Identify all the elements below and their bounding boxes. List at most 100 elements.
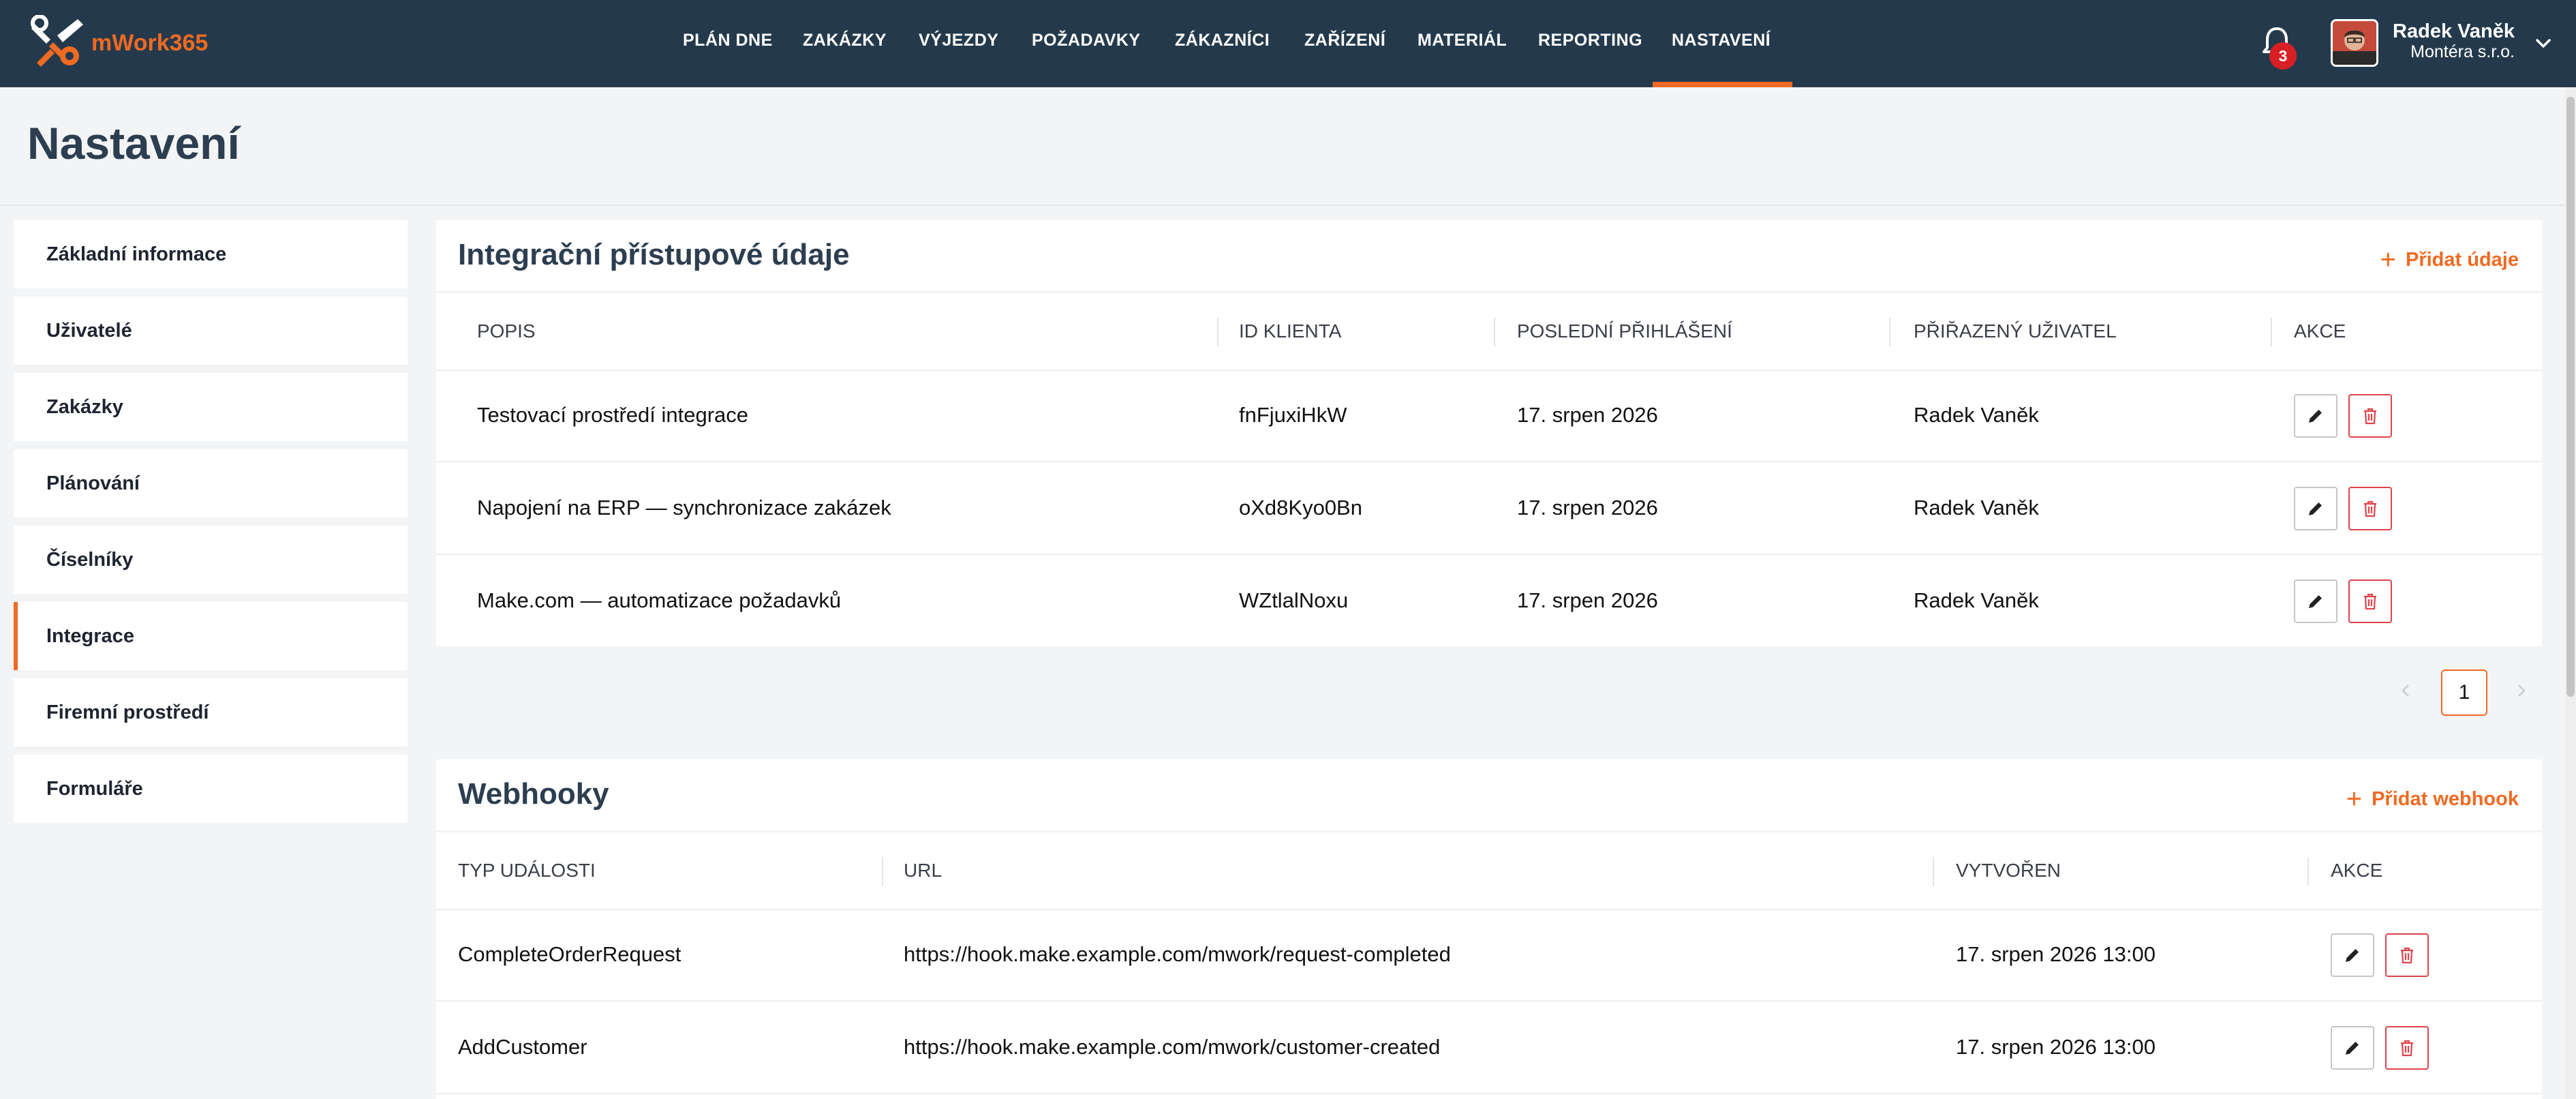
webhook-url: https://hook.make.example.com/mwork/requ… xyxy=(904,942,1451,966)
edit-button[interactable] xyxy=(2294,579,2337,623)
add-credentials-label: Přidat údaje xyxy=(2406,249,2519,271)
credential-client-id: WZtlalNoxu xyxy=(1239,588,1349,612)
column-header-popis[interactable]: POPIS xyxy=(477,293,536,370)
sidebar-item-zakazky[interactable]: Zakázky xyxy=(14,373,408,441)
chevron-down-icon[interactable] xyxy=(2534,34,2553,53)
credential-assigned-user: Radek Vaněk xyxy=(1914,588,2039,612)
page-number-current[interactable]: 1 xyxy=(2441,669,2487,716)
delete-button[interactable] xyxy=(2385,933,2429,977)
webhooks-title: Webhooky xyxy=(458,777,609,811)
nav-item-zakaznici[interactable]: ZÁKAZNÍCI xyxy=(1175,0,1270,87)
integrations-panel-header: Integrační přístupové údaje + Přidat údaj… xyxy=(436,220,2542,291)
integrations-title: Integrační přístupové údaje xyxy=(458,238,850,271)
notification-count-badge: 3 xyxy=(2269,42,2297,70)
page-scrollbar-thumb[interactable] xyxy=(2566,97,2575,697)
trash-icon xyxy=(2401,1040,2413,1057)
add-credentials-button[interactable]: + Přidat údaje xyxy=(2380,245,2519,275)
top-navigation-bar: mWork365 PLÁN DNE ZAKÁZKY VÝJEZDY POŽADA… xyxy=(0,0,2576,87)
sidebar-item-ciselniky[interactable]: Číselníky xyxy=(14,526,408,594)
table-header-row: POPIS ID KLIENTA POSLEDNÍ PŘIHLÁŠENÍ PŘI… xyxy=(436,293,2542,371)
webhook-created: 17. srpen 2026 13:00 xyxy=(1956,1035,2156,1059)
credential-last-login: 17. srpen 2026 xyxy=(1517,496,1658,520)
chevron-left-icon[interactable] xyxy=(2397,682,2415,699)
edit-button[interactable] xyxy=(2294,394,2337,438)
webhooks-table: TYP UDÁLOSTI URL VYTVOŘEN AKCE CompleteO… xyxy=(436,832,2542,1099)
trash-icon xyxy=(2364,593,2376,610)
credential-last-login: 17. srpen 2026 xyxy=(1517,403,1658,427)
column-divider xyxy=(1217,318,1218,346)
credential-last-login: 17. srpen 2026 xyxy=(1517,588,1658,612)
add-webhook-button[interactable]: + Přidat webhook xyxy=(2346,784,2519,815)
delete-button[interactable] xyxy=(2348,394,2392,438)
column-header-akce: AKCE xyxy=(2331,860,2383,881)
webhook-url: https://hook.make.example.com/mwork/cust… xyxy=(904,1035,1441,1059)
trash-icon xyxy=(2364,500,2376,517)
column-header-posledni-prihlaseni[interactable]: POSLEDNÍ PŘIHLÁŠENÍ xyxy=(1517,293,1732,370)
table-row: Napojení na ERP — synchronizace zakázek … xyxy=(436,462,2542,555)
nav-item-material[interactable]: MATERIÁL xyxy=(1417,0,1507,87)
edit-button[interactable] xyxy=(2294,487,2337,530)
plus-icon: + xyxy=(2346,784,2363,814)
column-divider xyxy=(2271,318,2272,346)
column-header-vytvoren[interactable]: VYTVOŘEN xyxy=(1956,832,2061,909)
table-row: Testovací prostředí integrace fnFjuxiHkW… xyxy=(436,370,2542,462)
sidebar-item-integrace[interactable]: Integrace xyxy=(14,602,408,670)
column-header-akce: AKCE xyxy=(2294,320,2346,342)
credential-description: Testovací prostředí integrace xyxy=(477,403,749,427)
chevron-right-icon[interactable] xyxy=(2512,682,2530,699)
webhook-event-type: CompleteOrderRequest xyxy=(458,942,681,966)
sidebar-item-formulare[interactable]: Formuláře xyxy=(14,755,408,823)
trash-icon xyxy=(2364,408,2376,425)
column-divider xyxy=(1494,318,1495,346)
column-divider xyxy=(882,857,883,886)
nav-item-plan-dne[interactable]: PLÁN DNE xyxy=(683,0,773,87)
page-header: Nastavení xyxy=(0,87,2576,206)
credential-client-id: fnFjuxiHkW xyxy=(1239,403,1347,427)
column-divider xyxy=(1889,318,1890,346)
column-header-url[interactable]: URL xyxy=(904,832,942,909)
nav-item-pozadavky[interactable]: POŽADAVKY xyxy=(1032,0,1141,87)
delete-button[interactable] xyxy=(2348,487,2392,530)
column-header-typ-udalosti[interactable]: TYP UDÁLOSTI xyxy=(458,832,596,909)
webhook-created: 17. srpen 2026 13:00 xyxy=(1956,942,2156,966)
sidebar-item-uzivatele[interactable]: Uživatelé xyxy=(14,297,408,365)
trash-icon xyxy=(2401,947,2413,964)
credential-assigned-user: Radek Vaněk xyxy=(1914,403,2039,427)
column-divider xyxy=(1933,857,1934,886)
credential-description: Napojení na ERP — synchronizace zakázek xyxy=(477,496,891,520)
nav-item-zarizeni[interactable]: ZAŘÍZENÍ xyxy=(1304,0,1385,87)
credential-description: Make.com — automatizace požadavků xyxy=(477,588,842,612)
credential-assigned-user: Radek Vaněk xyxy=(1914,496,2039,520)
column-header-id-klienta[interactable]: ID KLIENTA xyxy=(1239,293,1341,370)
nav-item-zakazky[interactable]: ZAKÁZKY xyxy=(803,0,887,87)
pencil-icon xyxy=(2309,410,2322,423)
edit-button[interactable] xyxy=(2331,1026,2374,1070)
brand-name[interactable]: mWork365 xyxy=(91,30,208,57)
column-divider xyxy=(2307,857,2309,886)
edit-button[interactable] xyxy=(2331,933,2374,977)
plus-icon: + xyxy=(2380,245,2396,275)
user-name[interactable]: Radek Vaněk xyxy=(2393,20,2515,43)
pencil-icon xyxy=(2309,595,2322,608)
sidebar-item-zakladni-informace[interactable]: Základní informace xyxy=(14,220,408,288)
integrations-table: POPIS ID KLIENTA POSLEDNÍ PŘIHLÁŠENÍ PŘI… xyxy=(436,293,2542,646)
mwork365-logo-icon[interactable] xyxy=(30,14,89,71)
user-avatar[interactable] xyxy=(2331,19,2378,67)
sidebar-item-planovani[interactable]: Plánování xyxy=(14,449,408,517)
webhook-event-type: AddCustomer xyxy=(458,1035,587,1059)
pencil-icon xyxy=(2346,1042,2359,1055)
table-header-row: TYP UDÁLOSTI URL VYTVOŘEN AKCE xyxy=(436,832,2542,910)
delete-button[interactable] xyxy=(2385,1026,2429,1070)
table-row: CompleteOrderRequest https://hook.make.e… xyxy=(436,909,2542,1002)
column-header-prirazeny-uzivatel[interactable]: PŘIŘAZENÝ UŽIVATEL xyxy=(1914,293,2117,370)
pencil-icon xyxy=(2309,502,2322,515)
nav-item-reporting[interactable]: REPORTING xyxy=(1538,0,1642,87)
nav-item-vyjezdy[interactable]: VÝJEZDY xyxy=(919,0,998,87)
user-company[interactable]: Montéra s.r.o. xyxy=(2410,42,2515,62)
sidebar-item-firemni-prostredi[interactable]: Firemní prostředí xyxy=(14,678,408,747)
nav-item-nastaveni[interactable]: NASTAVENÍ xyxy=(1652,0,1793,87)
table-row: Make.com — automatizace požadavků WZtlal… xyxy=(436,555,2542,646)
delete-button[interactable] xyxy=(2348,579,2392,623)
add-webhook-label: Přidat webhook xyxy=(2372,788,2519,810)
credential-client-id: oXd8Kyo0Bn xyxy=(1239,496,1362,520)
